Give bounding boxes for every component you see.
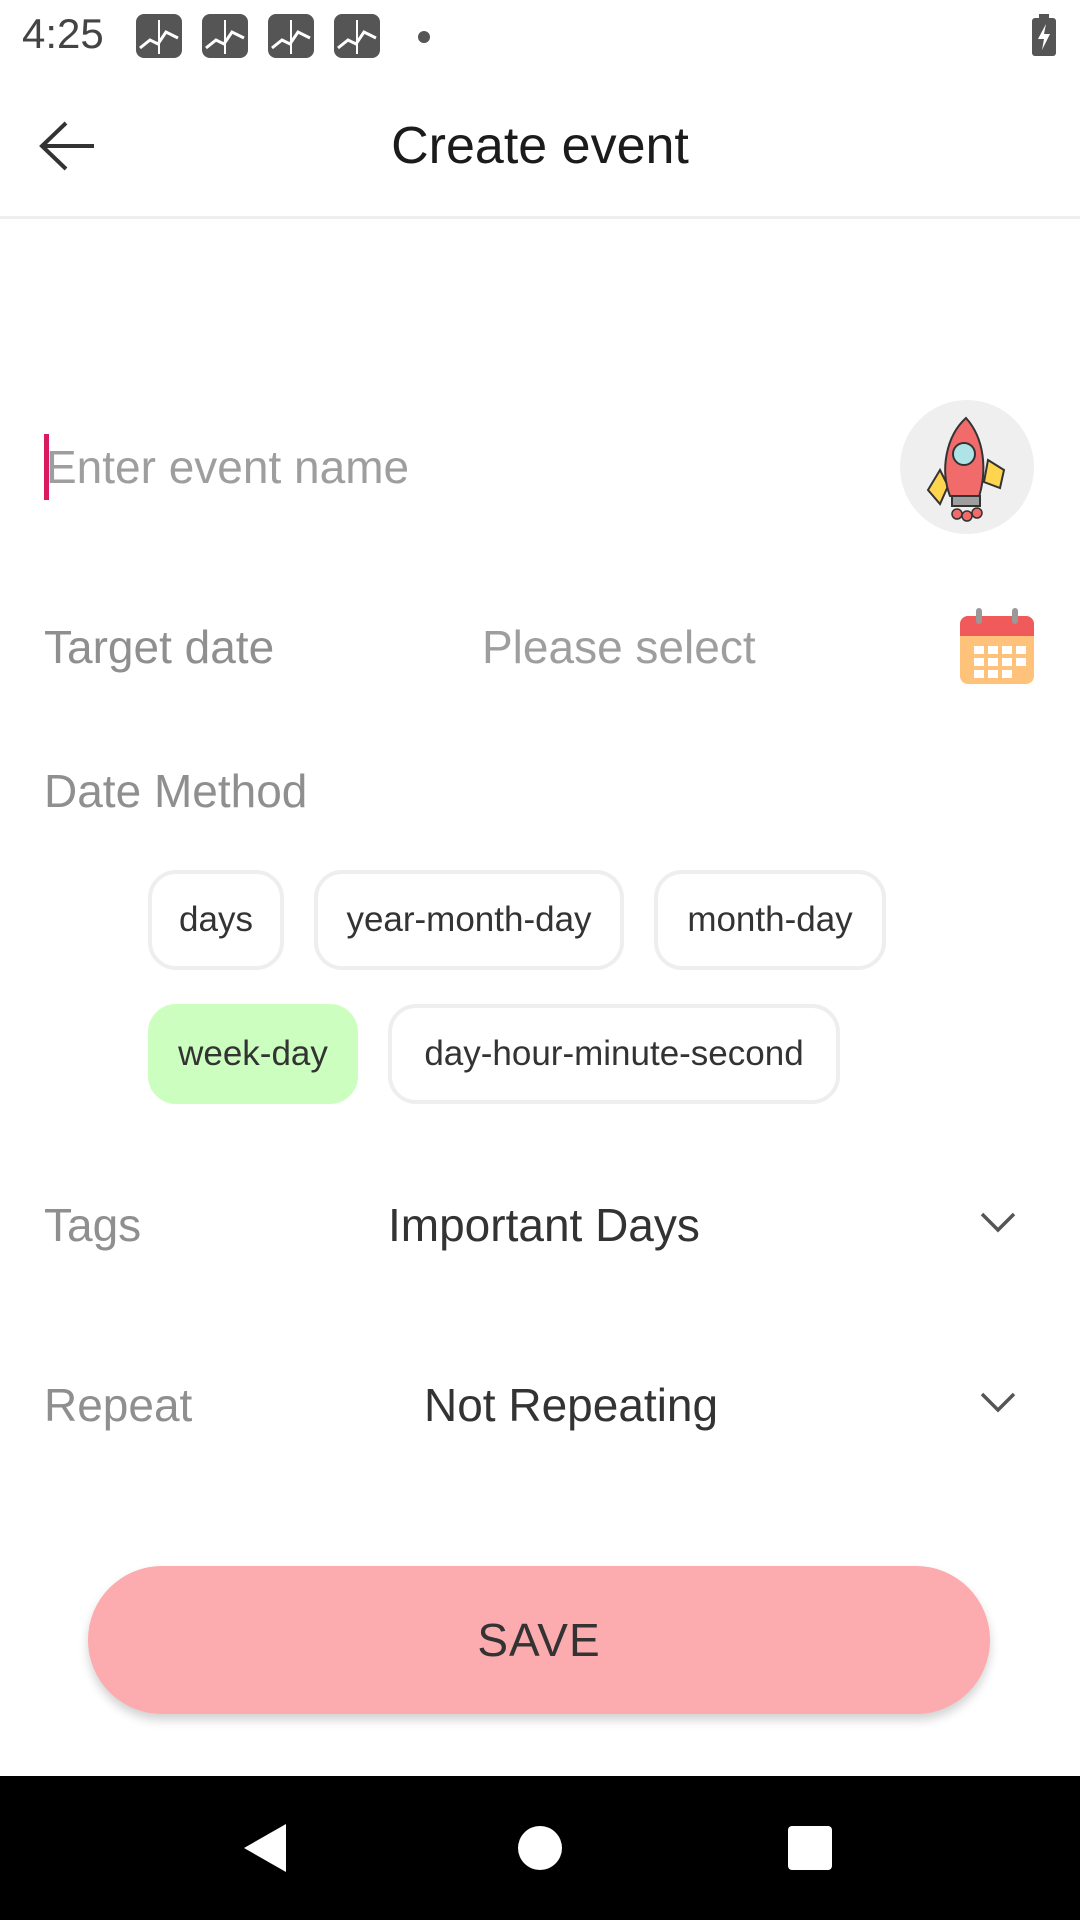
rocket-icon	[926, 416, 1006, 522]
tags-label: Tags	[44, 1199, 142, 1251]
chip-days[interactable]: days	[148, 870, 284, 970]
navigation-bar	[0, 1776, 1080, 1920]
event-name-field	[44, 432, 866, 502]
target-date-label: Target date	[44, 621, 275, 673]
chevron-down-icon[interactable]	[978, 1390, 1018, 1414]
recents-square-icon[interactable]	[778, 1816, 842, 1880]
chevron-down-icon[interactable]	[978, 1210, 1018, 1234]
back-triangle-icon[interactable]	[234, 1816, 298, 1880]
event-icon-picker[interactable]	[900, 400, 1034, 534]
event-name-input[interactable]	[44, 432, 866, 502]
app-bar: Create event	[0, 72, 1080, 219]
page-title: Create event	[391, 117, 689, 175]
chip-week-day[interactable]: week-day	[148, 1004, 358, 1104]
repeat-label: Repeat	[44, 1379, 193, 1431]
target-date-value[interactable]: Please select	[482, 620, 756, 674]
chart-app-icon	[136, 14, 182, 58]
more-notifications-dot	[418, 31, 430, 43]
repeat-dropdown[interactable]: Not Repeating	[424, 1378, 718, 1432]
status-time: 4:25	[22, 10, 104, 57]
status-bar: 4:25	[0, 0, 1080, 72]
save-button[interactable]: SAVE	[88, 1566, 990, 1714]
chip-month-day[interactable]: month-day	[654, 870, 886, 970]
battery-charging-icon	[1032, 14, 1056, 56]
home-circle-icon[interactable]	[508, 1816, 572, 1880]
chart-app-icon	[268, 14, 314, 58]
calendar-icon	[960, 608, 1034, 684]
tags-dropdown[interactable]: Important Days	[388, 1198, 700, 1252]
chip-year-month-day[interactable]: year-month-day	[314, 870, 624, 970]
chart-app-icon	[202, 14, 248, 58]
chip-day-hour-minute-second[interactable]: day-hour-minute-second	[388, 1004, 840, 1104]
chart-app-icon	[334, 14, 380, 58]
calendar-button[interactable]	[958, 606, 1036, 686]
date-method-label: Date Method	[44, 765, 308, 817]
